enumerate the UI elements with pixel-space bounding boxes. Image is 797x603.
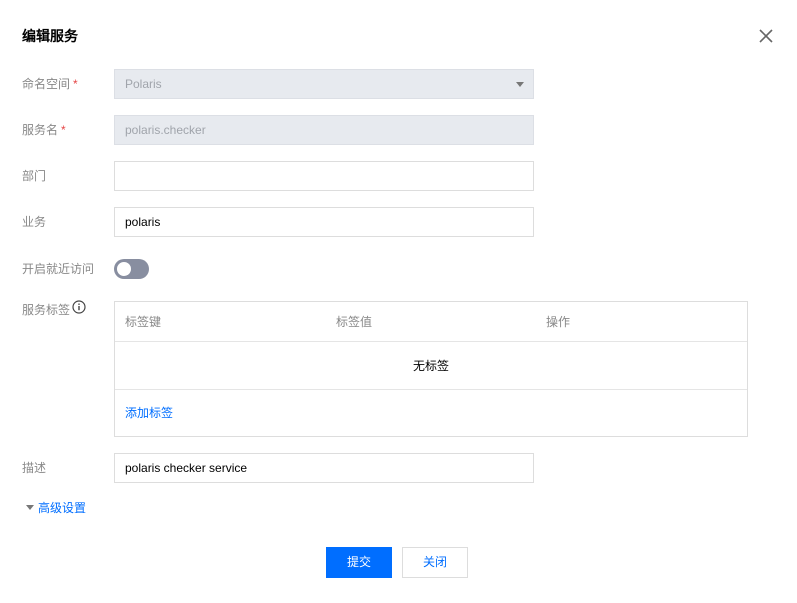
- tags-table-header: 标签键 标签值 操作: [115, 302, 747, 342]
- close-button[interactable]: 关闭: [402, 547, 468, 578]
- department-input[interactable]: [114, 161, 534, 191]
- advanced-settings-toggle[interactable]: 高级设置: [26, 498, 86, 518]
- chevron-down-icon: [516, 82, 524, 87]
- info-icon[interactable]: [72, 295, 86, 325]
- toggle-knob: [117, 262, 131, 276]
- service-tags-label: 服务标签: [22, 295, 86, 325]
- namespace-select[interactable]: Polaris: [114, 69, 534, 99]
- nearby-access-label: 开启就近访问: [22, 262, 95, 276]
- service-name-input[interactable]: polaris.checker: [114, 115, 534, 145]
- business-label: 业务: [22, 215, 47, 229]
- business-value: polaris: [125, 215, 161, 229]
- dialog-title: 编辑服务: [22, 28, 78, 44]
- business-input[interactable]: polaris: [114, 207, 534, 237]
- service-tags-table: 标签键 标签值 操作 无标签 添加标签: [114, 301, 748, 437]
- tag-key-column-header: 标签键: [125, 315, 162, 329]
- department-label: 部门: [22, 169, 47, 183]
- service-tags-label-text: 服务标签: [22, 303, 71, 317]
- required-mark: *: [61, 123, 66, 137]
- namespace-select-value: Polaris: [125, 77, 162, 91]
- service-name-value: polaris.checker: [125, 123, 206, 137]
- add-tag-link[interactable]: 添加标签: [125, 403, 173, 423]
- close-icon[interactable]: [757, 27, 775, 45]
- submit-button[interactable]: 提交: [326, 547, 392, 578]
- service-name-label-text: 服务名: [22, 123, 59, 137]
- edit-service-dialog: 编辑服务 命名空间 * Polaris 服务名 * polaris.checker …: [0, 0, 797, 603]
- service-name-label: 服务名 *: [22, 115, 66, 145]
- tags-empty-text: 无标签: [115, 343, 747, 390]
- description-value: polaris checker service: [125, 461, 248, 475]
- tag-value-column-header: 标签值: [336, 315, 373, 329]
- caret-down-icon: [26, 505, 34, 511]
- advanced-settings-label: 高级设置: [38, 501, 87, 515]
- required-mark: *: [73, 77, 78, 91]
- description-input[interactable]: polaris checker service: [114, 453, 534, 483]
- nearby-access-toggle[interactable]: [114, 259, 149, 279]
- namespace-label: 命名空间 *: [22, 69, 78, 99]
- description-label: 描述: [22, 461, 47, 475]
- namespace-label-text: 命名空间: [22, 77, 71, 91]
- tag-action-column-header: 操作: [546, 315, 571, 329]
